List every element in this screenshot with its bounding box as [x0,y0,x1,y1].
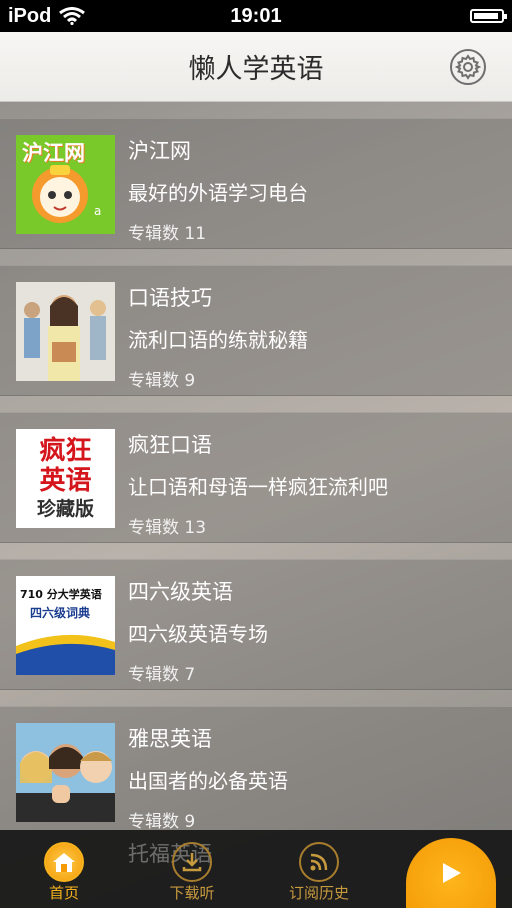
tab-home[interactable]: 首页 [14,830,114,908]
album-item-hujiang[interactable]: a 沪江网 沪江网 最好的外语学习电台 专辑数 11 [0,118,512,249]
album-count: 专辑数 9 [128,371,196,391]
download-icon [172,842,212,882]
album-item-cet[interactable]: 710 分大学英语 四六级词典 四六级英语 四六级英语专场 专辑数 7 [0,559,512,690]
album-description: 流利口语的练就秘籍 [128,328,308,352]
nav-bar: 懒人学英语 [0,32,512,102]
tab-label: 首页 [48,884,79,902]
album-description: 让口语和母语一样疯狂流利吧 [128,475,388,499]
album-thumbnail [16,282,115,381]
svg-text:a: a [94,204,101,218]
album-thumbnail: 疯狂 英语 珍藏版 [16,429,115,528]
thumbnail-line: 珍藏版 [36,497,94,520]
album-description: 四六级英语专场 [128,622,268,646]
album-title: 疯狂口语 [128,433,212,457]
play-icon [443,863,461,883]
album-title: 雅思英语 [128,727,212,751]
thumbnail-caption: 沪江网 [22,141,85,165]
wifi-icon [59,7,86,25]
tab-label: 订阅历史 [288,884,349,902]
album-title: 沪江网 [128,139,191,163]
status-bar: iPod 19:01 [0,0,512,32]
album-count: 专辑数 9 [128,812,196,830]
album-thumbnail: a 沪江网 [16,135,115,234]
friends-photo [16,723,115,822]
wave-graphic [16,634,115,675]
rss-icon [299,842,339,882]
album-title: 口语技巧 [128,286,212,310]
album-count: 专辑数 13 [128,518,207,538]
home-icon [44,842,84,882]
gear-icon [455,54,481,80]
tab-subscription-history[interactable]: 订阅历史 [269,830,369,908]
battery-icon [470,9,507,23]
tab-label: 下载听 [169,884,215,902]
album-count: 专辑数 11 [128,224,207,244]
settings-button[interactable] [450,49,486,85]
album-item-ielts[interactable]: 雅思英语 出国者的必备英语 专辑数 9 [0,706,512,830]
album-item-speaking-tips[interactable]: 口语技巧 流利口语的练就秘籍 专辑数 9 [0,265,512,396]
album-count: 专辑数 7 [128,665,196,685]
album-list: a 沪江网 沪江网 最好的外语学习电台 专辑数 11 口语技巧 流利口语的练就秘… [0,102,512,830]
album-description: 出国者的必备英语 [128,769,288,793]
album-thumbnail: 710 分大学英语 四六级词典 [16,576,115,675]
album-item-crazy-speaking[interactable]: 疯狂 英语 珍藏版 疯狂口语 让口语和母语一样疯狂流利吧 专辑数 13 [0,412,512,543]
carrier-label: iPod [8,4,52,27]
album-description: 最好的外语学习电台 [128,181,308,205]
thumbnail-line: 英语 [39,465,92,496]
thumbnail-line: 疯狂 [39,435,92,466]
students-photo [16,282,115,381]
album-title: 四六级英语 [128,580,233,604]
page-title: 懒人学英语 [188,54,324,85]
tab-download[interactable]: 下载听 [142,830,242,908]
album-thumbnail [16,723,115,822]
